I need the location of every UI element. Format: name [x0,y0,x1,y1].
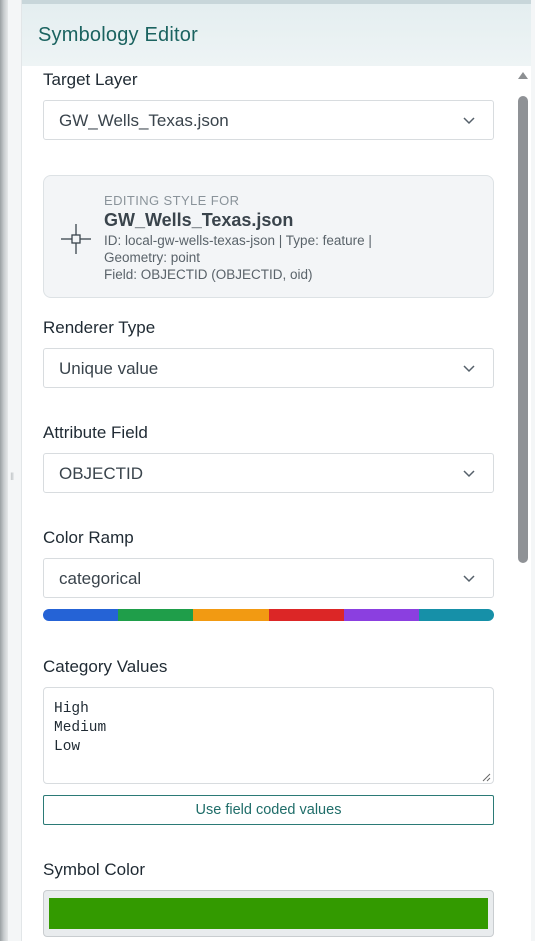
panel-scrollbar[interactable] [515,68,531,941]
target-layer-select[interactable]: GW_Wells_Texas.json [43,100,494,140]
color-ramp-segment-3 [193,609,269,621]
scrollbar-thumb[interactable] [518,96,528,563]
category-values-input[interactable] [43,687,494,784]
color-ramp-select[interactable]: categorical [43,558,494,598]
layer-geometry: Geometry: point [104,250,201,265]
layer-field: Field: OBJECTID (OBJECTID, oid) [104,267,313,282]
symbol-color-picker[interactable] [43,890,494,937]
symbology-editor-panel: Symbology Editor Target Layer GW_Wells_T… [21,0,531,941]
editing-style-heading: EDITING STYLE FOR [104,193,240,208]
chevron-down-icon [463,365,475,373]
map-edge [0,0,8,941]
category-values-label: Category Values [43,657,168,676]
color-ramp-segment-6 [418,609,494,621]
color-ramp-value: categorical [59,569,142,588]
color-ramp-segment-2 [118,609,194,621]
attribute-field-value: OBJECTID [59,464,144,483]
color-ramp-preview [43,609,494,621]
attribute-field-label: Attribute Field [43,423,148,442]
target-layer-value: GW_Wells_Texas.json [59,111,229,130]
chevron-down-icon [463,470,475,478]
panel-header: Symbology Editor [22,0,531,66]
panel-title: Symbology Editor [38,24,198,46]
editing-layer-name: GW_Wells_Texas.json [104,210,294,230]
renderer-type-label: Renderer Type [43,318,156,337]
color-ramp-segment-4 [268,609,344,621]
color-ramp-segment-5 [343,609,419,621]
color-ramp-segment-1 [43,609,119,621]
chevron-down-icon [463,117,475,125]
use-field-coded-values-button[interactable]: Use field coded values [43,795,494,825]
attribute-field-select[interactable]: OBJECTID [43,453,494,493]
target-layer-label: Target Layer [43,70,138,89]
panel-resize-handle[interactable]: ‖ [10,472,14,484]
symbol-color-fill [49,898,488,929]
renderer-type-select[interactable]: Unique value [43,348,494,388]
editing-style-card: EDITING STYLE FOR GW_Wells_Texas.json ID… [43,175,494,298]
color-ramp-label: Color Ramp [43,528,134,547]
scroll-up-arrow-icon[interactable] [518,72,528,79]
textarea-resize-icon[interactable] [482,773,491,782]
layer-id-type: ID: local-gw-wells-texas-json | Type: fe… [104,233,372,248]
symbol-color-label: Symbol Color [43,860,146,879]
crosshair-icon [61,224,91,254]
renderer-type-value: Unique value [59,359,159,378]
chevron-down-icon [463,575,475,583]
